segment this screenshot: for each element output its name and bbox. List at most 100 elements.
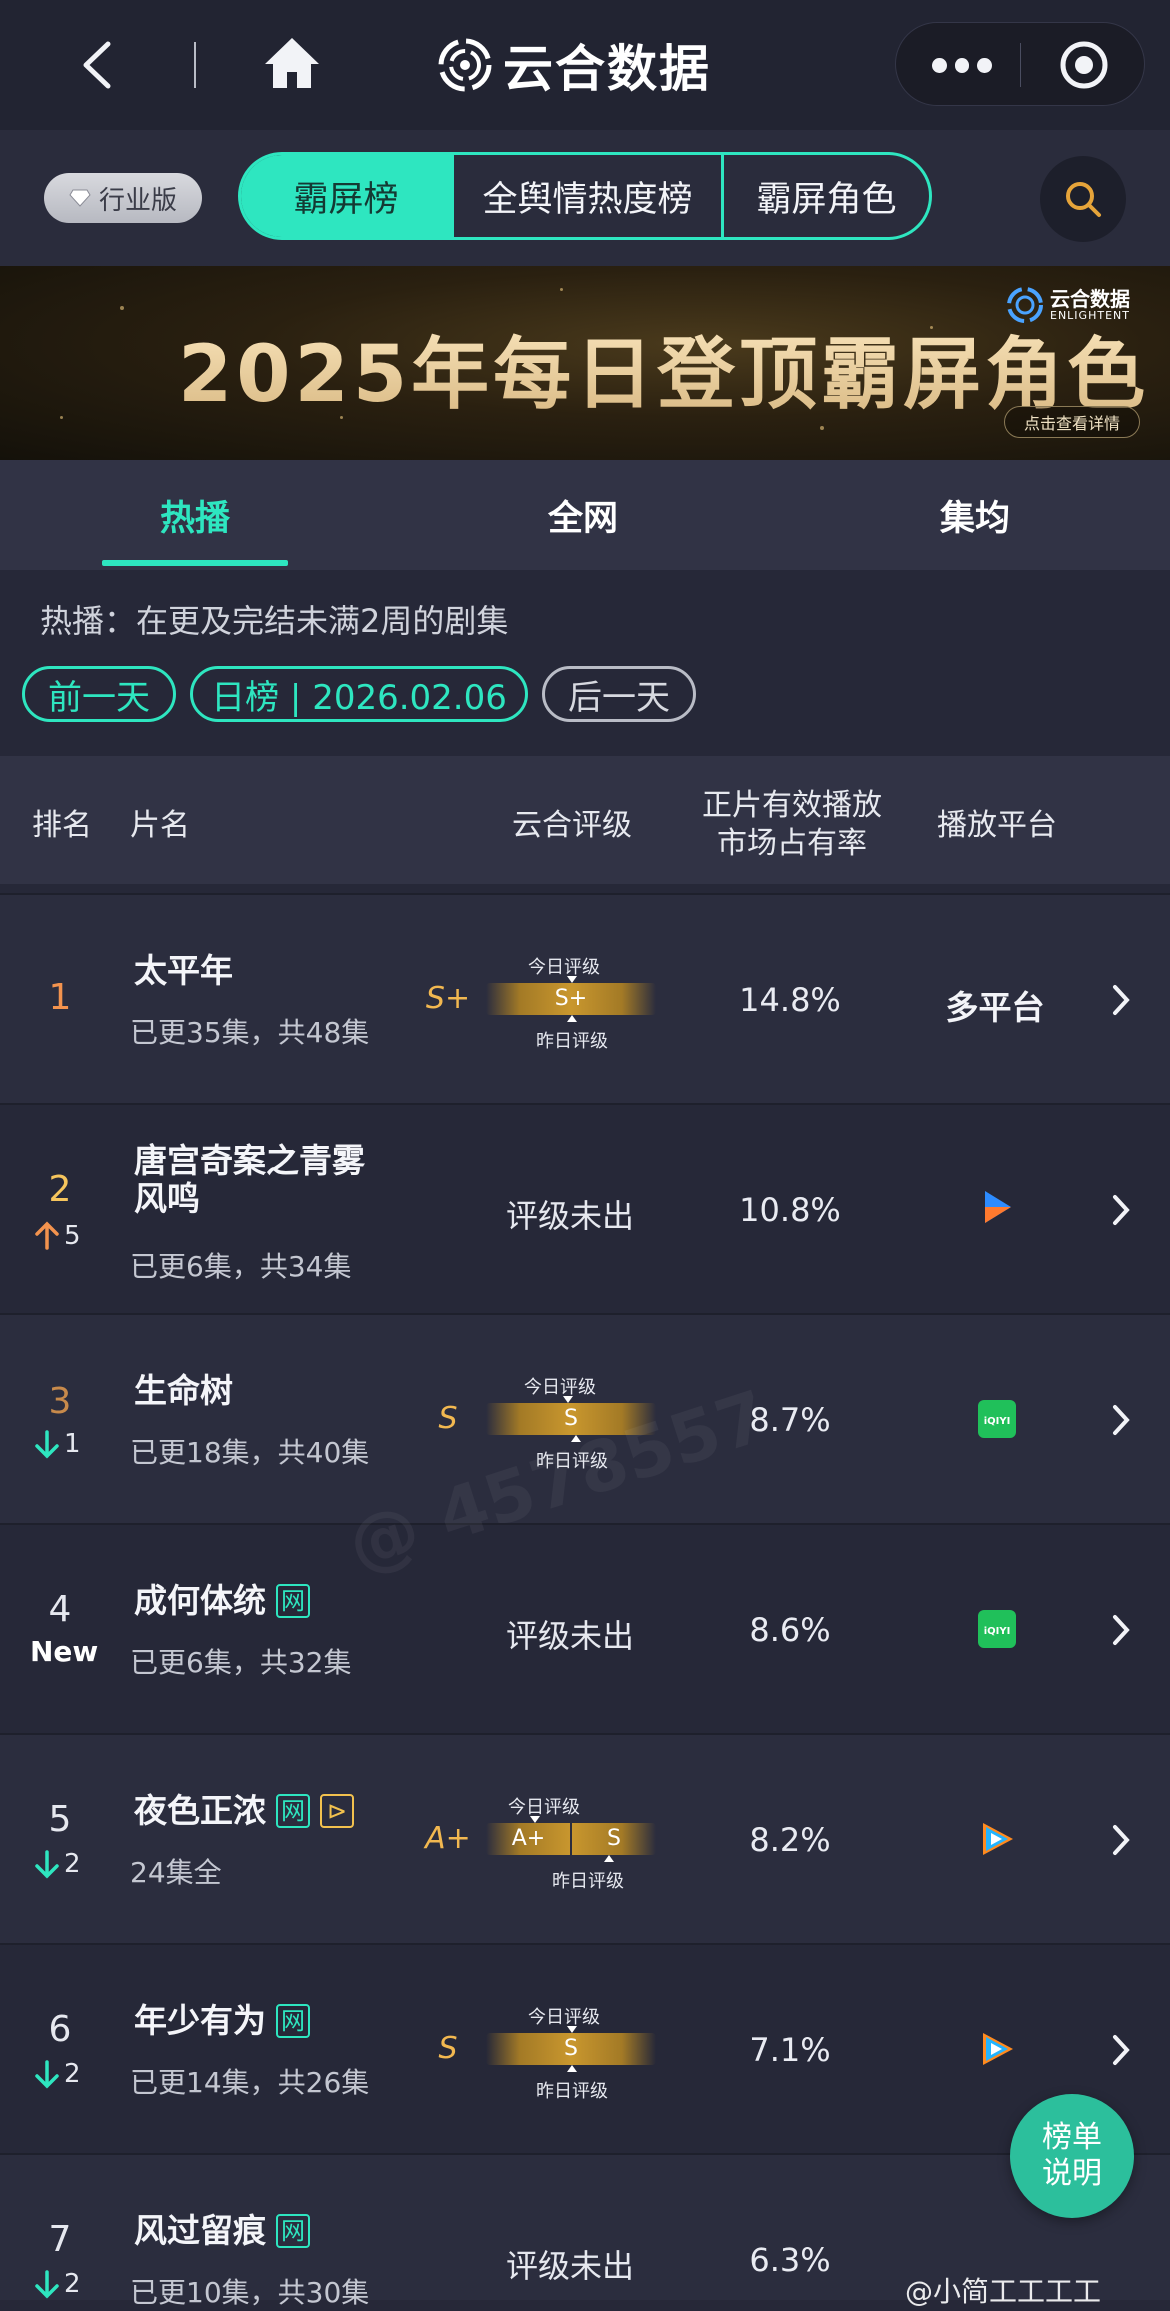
grade-value: S+ (554, 986, 588, 1011)
web-drama-tag: 网 (276, 2214, 310, 2248)
tencent-video-icon (983, 2033, 1013, 2065)
active-tab-underline (102, 560, 288, 566)
chevron-right-icon[interactable] (1110, 1613, 1132, 1647)
table-header: 排名 片名 云合评级 正片有效播放 市场占有率 播放平台 (0, 756, 1170, 884)
show-title: 唐宫奇案之青雾 (134, 1141, 365, 1180)
show-title-line2: 风鸣 (134, 1179, 200, 1218)
grade-today-label: 今日评级 (528, 2007, 600, 2028)
grade-today-pointer (563, 1396, 573, 1403)
arrow-down-icon (35, 2060, 59, 2089)
episode-progress: 已更10集，共30集 (130, 2276, 370, 2309)
tab-all-network[interactable]: 全网 (548, 490, 618, 541)
grade-today-label: 今日评级 (508, 1797, 580, 1818)
ranking-tabs: 热播 全网 集均 (0, 460, 1170, 570)
chevron-right-icon[interactable] (1110, 983, 1132, 1017)
tencent-video-icon (983, 1823, 1013, 1855)
rank-change: 2 (34, 2059, 81, 2089)
rank-number: 1 (48, 977, 72, 1018)
grade-bar: A+ S (486, 1823, 656, 1855)
yunhe-logo-icon (438, 38, 492, 92)
edition-badge[interactable]: 行业版 (44, 173, 202, 223)
show-title: 生命树 (134, 1371, 233, 1410)
segment-bapingbang[interactable]: 霸屏榜 (241, 155, 451, 237)
ranking-explanation-button[interactable]: 榜单 说明 (1010, 2094, 1134, 2218)
capsule-menu (895, 22, 1145, 106)
table-row[interactable]: 1 太平年 已更35集，共48集 S+ 今日评级 S+ 昨日评级 14.8% 多… (0, 893, 1170, 1103)
table-row[interactable]: 6 2 年少有为 网 已更14集，共26集 S 今日评级 S 昨日评级 7.1% (0, 1943, 1170, 2153)
grade-today-pointer (530, 1816, 540, 1823)
search-button[interactable] (1040, 156, 1126, 242)
table-row[interactable]: 2 5 唐宫奇案之青雾 风鸣 已更6集，共34集 评级未出 10.8% (0, 1103, 1170, 1313)
grade-letter: A+ (425, 1821, 471, 1856)
prev-day-button[interactable]: 前一天 (22, 666, 176, 722)
grade-yesterday-label: 昨日评级 (552, 1871, 624, 1892)
fab-line1: 榜单 (1042, 2120, 1102, 2155)
chevron-left-icon[interactable] (78, 40, 116, 90)
segment-yuqing-hot[interactable]: 全舆情热度榜 (451, 155, 721, 237)
chevron-right-icon[interactable] (1110, 2033, 1132, 2067)
show-title: 成何体统 网 (134, 1581, 310, 1621)
episode-progress: 24集全 (130, 1856, 222, 1889)
svg-text:iQIYI: iQIYI (984, 1626, 1011, 1637)
rank-change: 2 (34, 2269, 81, 2299)
target-circle-icon[interactable] (1058, 39, 1110, 91)
rank-number: 4 (48, 1589, 72, 1630)
grade-today-pointer (567, 2026, 577, 2033)
home-icon[interactable] (262, 34, 322, 92)
rank-change: 2 (34, 1849, 81, 1879)
chevron-right-icon[interactable] (1110, 1823, 1132, 1857)
diamond-icon (69, 189, 91, 207)
market-share: 6.3% (749, 2241, 831, 2279)
fast-forward-tag-icon: ⊳ (320, 1794, 354, 1828)
youku-icon (985, 1191, 1011, 1223)
grade-yesterday-value: S (607, 1826, 621, 1851)
banner-detail-button[interactable]: 点击查看详情 (1004, 406, 1140, 438)
grade-today-value: A+ (511, 1826, 546, 1851)
grade-letter: S+ (425, 981, 471, 1016)
more-dots-icon[interactable] (932, 55, 993, 75)
grade-yesterday-pointer (567, 2065, 577, 2072)
arrow-down-icon (35, 2270, 59, 2299)
rank-change: 5 (34, 1221, 81, 1251)
show-title: 年少有为 网 (134, 2001, 310, 2041)
next-day-button[interactable]: 后一天 (542, 666, 696, 722)
banner-brand: 云合数据 ENLIGHTENT (1006, 286, 1130, 324)
category-nav: 行业版 霸屏榜 全舆情热度榜 霸屏角色 (0, 130, 1170, 266)
brand-cn: 云合数据 (1050, 286, 1130, 311)
show-title: 风过留痕 网 (134, 2211, 310, 2251)
grade-yesterday-label: 昨日评级 (536, 1031, 608, 1052)
search-icon (1066, 182, 1101, 217)
page-title: 云合数据 (503, 40, 711, 98)
table-row[interactable]: 5 2 夜色正浓 网 ⊳ 24集全 A+ 今日评级 A+ S 昨日评级 8.2% (0, 1733, 1170, 1943)
market-share: 14.8% (739, 981, 841, 1019)
grade-today-label: 今日评级 (524, 1377, 596, 1398)
web-drama-tag: 网 (276, 2004, 310, 2038)
chevron-right-icon[interactable] (1110, 1193, 1132, 1227)
svg-text:iQIYI: iQIYI (984, 1416, 1011, 1427)
tab-per-episode[interactable]: 集均 (940, 490, 1010, 541)
arrow-down-icon (35, 1850, 59, 1879)
episode-progress: 已更14集，共26集 (130, 2066, 370, 2099)
table-row[interactable]: 4 New 成何体统 网 已更6集，共32集 评级未出 8.6% iQIYI (0, 1523, 1170, 1733)
date-selector[interactable]: 日榜 | 2026.02.06 (190, 666, 528, 722)
segmented-control: 霸屏榜 全舆情热度榜 霸屏角色 (238, 152, 932, 240)
grade-letter: S (438, 2031, 458, 2066)
segment-baping-role[interactable]: 霸屏角色 (721, 155, 929, 237)
market-share: 8.2% (749, 1821, 831, 1859)
grade-value: S (564, 2036, 578, 2061)
header-share-line2: 市场占有率 (717, 826, 867, 861)
chevron-right-icon[interactable] (1110, 1403, 1132, 1437)
mini-program-topbar: 云合数据 (0, 0, 1170, 130)
episode-progress: 已更18集，共40集 (130, 1436, 370, 1469)
list-description: 热播：在更及完结未满2周的剧集 (40, 602, 509, 640)
grade-not-ready: 评级未出 (505, 1617, 634, 1655)
tab-hot[interactable]: 热播 (160, 490, 230, 541)
arrow-down-icon (35, 1430, 59, 1459)
web-drama-tag: 网 (276, 1584, 310, 1618)
weibo-watermark: @小简工工工工 (905, 2275, 1102, 2308)
fab-line2: 说明 (1042, 2156, 1102, 2191)
promo-banner[interactable]: 2025年每日登顶霸屏角色 云合数据 ENLIGHTENT 点击查看详情 (0, 266, 1170, 460)
web-drama-tag: 网 (276, 1794, 310, 1828)
banner-title: 2025年每日登顶霸屏角色 (178, 312, 1149, 424)
grade-today-label: 今日评级 (528, 957, 600, 978)
